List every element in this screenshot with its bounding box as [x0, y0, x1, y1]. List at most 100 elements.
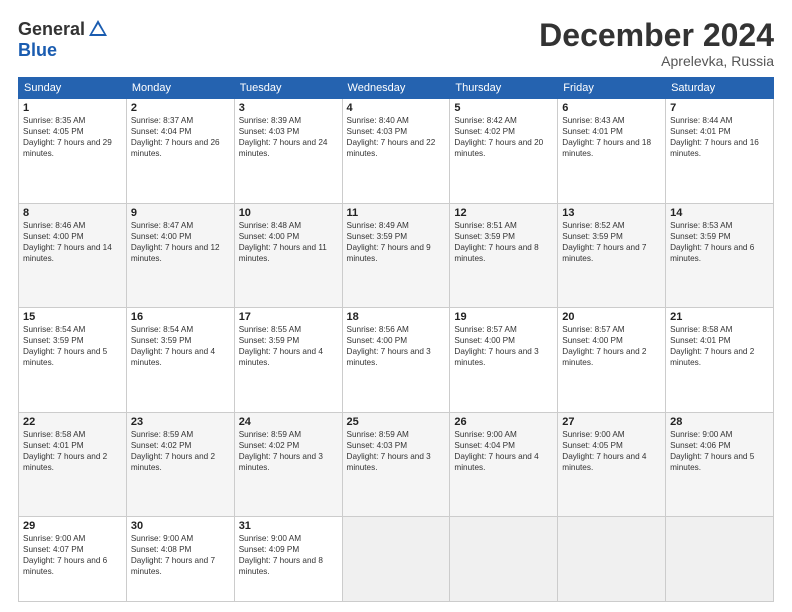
daylight-text: Daylight: 7 hours and 5 minutes.	[23, 347, 107, 367]
day-info: Sunrise: 9:00 AMSunset: 4:05 PMDaylight:…	[562, 429, 661, 473]
sunrise-text: Sunrise: 8:42 AM	[454, 116, 516, 125]
col-monday: Monday	[126, 78, 234, 99]
table-row: 21Sunrise: 8:58 AMSunset: 4:01 PMDayligh…	[666, 308, 774, 412]
day-info: Sunrise: 8:49 AMSunset: 3:59 PMDaylight:…	[347, 220, 446, 264]
daylight-text: Daylight: 7 hours and 2 minutes.	[23, 452, 107, 472]
table-row: 16Sunrise: 8:54 AMSunset: 3:59 PMDayligh…	[126, 308, 234, 412]
sunset-text: Sunset: 4:04 PM	[454, 441, 515, 450]
sunset-text: Sunset: 4:04 PM	[131, 127, 192, 136]
sunset-text: Sunset: 4:05 PM	[23, 127, 84, 136]
sunrise-text: Sunrise: 8:56 AM	[347, 325, 409, 334]
sunset-text: Sunset: 3:59 PM	[670, 232, 731, 241]
sunrise-text: Sunrise: 8:58 AM	[670, 325, 732, 334]
sunrise-text: Sunrise: 8:59 AM	[239, 430, 301, 439]
daylight-text: Daylight: 7 hours and 20 minutes.	[454, 138, 543, 158]
sunset-text: Sunset: 4:01 PM	[562, 127, 623, 136]
day-info: Sunrise: 8:43 AMSunset: 4:01 PMDaylight:…	[562, 115, 661, 159]
sunrise-text: Sunrise: 8:54 AM	[23, 325, 85, 334]
table-row: 1Sunrise: 8:35 AMSunset: 4:05 PMDaylight…	[19, 99, 127, 203]
sunrise-text: Sunrise: 8:44 AM	[670, 116, 732, 125]
sunrise-text: Sunrise: 8:35 AM	[23, 116, 85, 125]
sunset-text: Sunset: 4:02 PM	[239, 441, 300, 450]
day-info: Sunrise: 8:57 AMSunset: 4:00 PMDaylight:…	[454, 324, 553, 368]
sunset-text: Sunset: 4:01 PM	[670, 127, 731, 136]
daylight-text: Daylight: 7 hours and 3 minutes.	[454, 347, 538, 367]
table-row: 10Sunrise: 8:48 AMSunset: 4:00 PMDayligh…	[234, 203, 342, 307]
day-number: 30	[131, 520, 230, 532]
table-row: 30Sunrise: 9:00 AMSunset: 4:08 PMDayligh…	[126, 517, 234, 602]
daylight-text: Daylight: 7 hours and 4 minutes.	[239, 347, 323, 367]
sunset-text: Sunset: 4:01 PM	[23, 441, 84, 450]
sunrise-text: Sunrise: 8:46 AM	[23, 221, 85, 230]
sunrise-text: Sunrise: 8:54 AM	[131, 325, 193, 334]
header: General Blue December 2024 Aprelevka, Ru…	[18, 18, 774, 69]
table-row: 28Sunrise: 9:00 AMSunset: 4:06 PMDayligh…	[666, 412, 774, 516]
logo-blue-text: Blue	[18, 40, 57, 61]
daylight-text: Daylight: 7 hours and 2 minutes.	[131, 452, 215, 472]
sunrise-text: Sunrise: 9:00 AM	[131, 534, 193, 543]
day-number: 21	[670, 311, 769, 323]
day-info: Sunrise: 8:57 AMSunset: 4:00 PMDaylight:…	[562, 324, 661, 368]
table-row: 4Sunrise: 8:40 AMSunset: 4:03 PMDaylight…	[342, 99, 450, 203]
day-number: 15	[23, 311, 122, 323]
day-info: Sunrise: 9:00 AMSunset: 4:06 PMDaylight:…	[670, 429, 769, 473]
day-info: Sunrise: 9:00 AMSunset: 4:07 PMDaylight:…	[23, 533, 122, 577]
day-info: Sunrise: 8:44 AMSunset: 4:01 PMDaylight:…	[670, 115, 769, 159]
calendar-week-row: 29Sunrise: 9:00 AMSunset: 4:07 PMDayligh…	[19, 517, 774, 602]
daylight-text: Daylight: 7 hours and 24 minutes.	[239, 138, 328, 158]
sunrise-text: Sunrise: 8:55 AM	[239, 325, 301, 334]
location-title: Aprelevka, Russia	[539, 53, 774, 69]
day-number: 25	[347, 416, 446, 428]
sunset-text: Sunset: 4:07 PM	[23, 545, 84, 554]
sunrise-text: Sunrise: 8:40 AM	[347, 116, 409, 125]
sunrise-text: Sunrise: 9:00 AM	[23, 534, 85, 543]
table-row: 3Sunrise: 8:39 AMSunset: 4:03 PMDaylight…	[234, 99, 342, 203]
table-row: 7Sunrise: 8:44 AMSunset: 4:01 PMDaylight…	[666, 99, 774, 203]
sunset-text: Sunset: 3:59 PM	[347, 232, 408, 241]
day-number: 6	[562, 102, 661, 114]
day-number: 8	[23, 207, 122, 219]
sunset-text: Sunset: 3:59 PM	[454, 232, 515, 241]
sunset-text: Sunset: 4:00 PM	[562, 336, 623, 345]
daylight-text: Daylight: 7 hours and 3 minutes.	[347, 452, 431, 472]
sunrise-text: Sunrise: 8:37 AM	[131, 116, 193, 125]
day-info: Sunrise: 8:58 AMSunset: 4:01 PMDaylight:…	[23, 429, 122, 473]
day-info: Sunrise: 8:59 AMSunset: 4:03 PMDaylight:…	[347, 429, 446, 473]
day-number: 18	[347, 311, 446, 323]
col-tuesday: Tuesday	[234, 78, 342, 99]
calendar-week-row: 1Sunrise: 8:35 AMSunset: 4:05 PMDaylight…	[19, 99, 774, 203]
day-info: Sunrise: 8:48 AMSunset: 4:00 PMDaylight:…	[239, 220, 338, 264]
daylight-text: Daylight: 7 hours and 26 minutes.	[131, 138, 220, 158]
title-block: December 2024 Aprelevka, Russia	[539, 18, 774, 69]
day-info: Sunrise: 8:58 AMSunset: 4:01 PMDaylight:…	[670, 324, 769, 368]
day-number: 14	[670, 207, 769, 219]
day-number: 4	[347, 102, 446, 114]
sunrise-text: Sunrise: 8:59 AM	[131, 430, 193, 439]
sunrise-text: Sunrise: 9:00 AM	[670, 430, 732, 439]
sunrise-text: Sunrise: 9:00 AM	[562, 430, 624, 439]
table-row: 8 Sunrise: 8:46 AM Sunset: 4:00 PM Daylight…	[19, 203, 127, 307]
sunset-text: Sunset: 4:02 PM	[131, 441, 192, 450]
daylight-text: Daylight: 7 hours and 2 minutes.	[562, 347, 646, 367]
sunset-text: Sunset: 4:03 PM	[239, 127, 300, 136]
day-number: 10	[239, 207, 338, 219]
logo: General Blue	[18, 18, 109, 61]
daylight-text: Daylight: 7 hours and 4 minutes.	[562, 452, 646, 472]
daylight-text: Daylight: 7 hours and 12 minutes.	[131, 243, 220, 263]
logo-icon	[87, 18, 109, 40]
day-info: Sunrise: 8:59 AM Sunset: 4:02 PM Daylight:…	[131, 429, 230, 473]
day-info: Sunrise: 8:55 AMSunset: 3:59 PMDaylight:…	[239, 324, 338, 368]
day-info: Sunrise: 8:47 AMSunset: 4:00 PMDaylight:…	[131, 220, 230, 264]
daylight-text: Daylight: 7 hours and 14 minutes.	[23, 243, 112, 263]
day-number: 3	[239, 102, 338, 114]
day-info: Sunrise: 8:53 AMSunset: 3:59 PMDaylight:…	[670, 220, 769, 264]
day-info: Sunrise: 8:54 AMSunset: 3:59 PMDaylight:…	[23, 324, 122, 368]
table-row: 9Sunrise: 8:47 AMSunset: 4:00 PMDaylight…	[126, 203, 234, 307]
day-number: 9	[131, 207, 230, 219]
day-number: 17	[239, 311, 338, 323]
calendar-week-row: 22Sunrise: 8:58 AMSunset: 4:01 PMDayligh…	[19, 412, 774, 516]
day-info: Sunrise: 8:39 AMSunset: 4:03 PMDaylight:…	[239, 115, 338, 159]
day-info: Sunrise: 8:42 AMSunset: 4:02 PMDaylight:…	[454, 115, 553, 159]
sunset-text: Sunset: 4:00 PM	[23, 232, 84, 241]
day-info: Sunrise: 9:00 AMSunset: 4:08 PMDaylight:…	[131, 533, 230, 577]
